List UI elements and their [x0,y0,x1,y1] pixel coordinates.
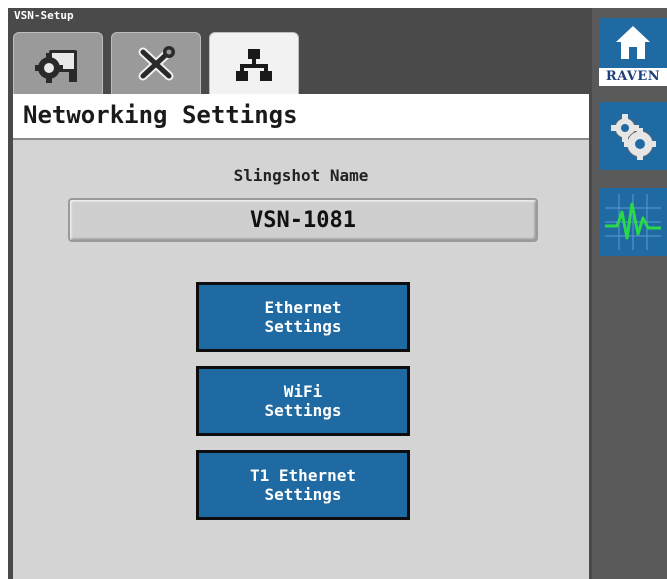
tab-tools[interactable] [111,32,201,94]
tab-networking[interactable] [209,32,299,96]
tools-icon [138,45,175,80]
home-button[interactable]: RAVEN [599,18,667,86]
raven-logo: RAVEN [599,68,667,86]
gears-icon [611,114,656,160]
t1-ethernet-settings-button[interactable]: T1 Ethernet Settings [196,450,410,520]
slingshot-name-label: Slingshot Name [233,166,369,185]
window-title: VSN-Setup [14,9,74,22]
vsn-setup-window: VSN-Setup Networking Settings Slingshot … [8,8,667,579]
diagnostics-button[interactable] [599,188,667,256]
ethernet-settings-button[interactable]: Ethernet Settings [196,282,410,352]
network-icon [236,48,272,81]
wifi-settings-button[interactable]: WiFi Settings [196,366,410,436]
diagnostics-icon [605,194,661,250]
settings-content: Slingshot Name VSN-1081 Ethernet Setting… [13,140,589,579]
settings-button[interactable] [599,102,667,170]
side-rail: RAVEN [592,8,667,579]
page-header: Networking Settings [13,94,589,140]
slingshot-name-field[interactable]: VSN-1081 [68,198,538,242]
tab-display-settings[interactable] [13,32,103,94]
main-panel: Networking Settings Slingshot Name VSN-1… [13,32,589,579]
home-icon [616,26,650,59]
display-gear-icon [35,49,77,83]
page-title: Networking Settings [23,101,298,129]
